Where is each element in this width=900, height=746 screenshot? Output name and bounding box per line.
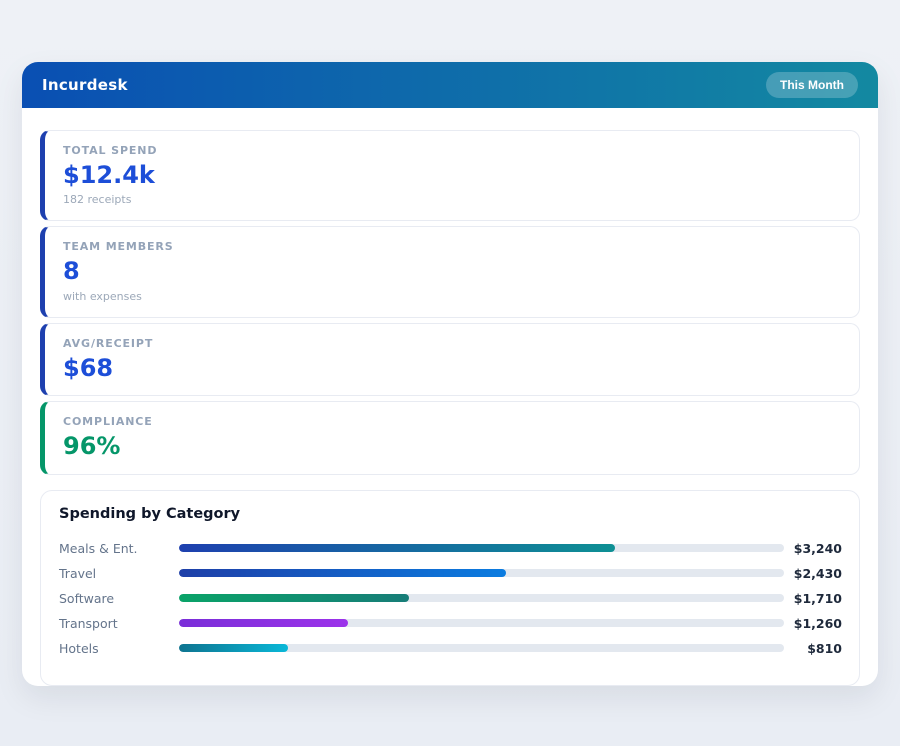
stat-value: 8 <box>63 258 841 284</box>
category-value: $3,240 <box>784 541 842 556</box>
dashboard-panel: Incurdesk This Month TOTAL SPEND $12.4k … <box>22 62 878 686</box>
period-badge[interactable]: This Month <box>766 72 858 98</box>
stat-subtext: 182 receipts <box>63 193 841 206</box>
category-label: Meals & Ent. <box>59 541 179 556</box>
chart-title: Spending by Category <box>59 506 842 522</box>
stat-value: $12.4k <box>63 162 841 188</box>
bar-track <box>179 544 784 552</box>
stat-label: TEAM MEMBERS <box>63 240 841 253</box>
stat-subtext: with expenses <box>63 290 841 303</box>
chart-row-travel: Travel $2,430 <box>59 561 842 586</box>
category-value: $1,260 <box>784 616 842 631</box>
bar-track <box>179 619 784 627</box>
category-label: Hotels <box>59 641 179 656</box>
stat-label: TOTAL SPEND <box>63 144 841 157</box>
spending-by-category-chart: Spending by Category Meals & Ent. $3,240… <box>40 490 860 686</box>
bar-fill-travel <box>179 569 506 577</box>
stat-label: AVG/RECEIPT <box>63 337 841 350</box>
stat-card-team-members: TEAM MEMBERS 8 with expenses <box>40 226 860 317</box>
bar-track <box>179 569 784 577</box>
bar-fill-software <box>179 594 409 602</box>
chart-row-transport: Transport $1,260 <box>59 611 842 636</box>
category-value: $2,430 <box>784 566 842 581</box>
category-value: $1,710 <box>784 591 842 606</box>
chart-row-meals: Meals & Ent. $3,240 <box>59 536 842 561</box>
bar-track <box>179 594 784 602</box>
category-label: Transport <box>59 616 179 631</box>
chart-row-software: Software $1,710 <box>59 586 842 611</box>
bar-fill-hotels <box>179 644 288 652</box>
category-label: Travel <box>59 566 179 581</box>
category-label: Software <box>59 591 179 606</box>
bar-fill-meals <box>179 544 615 552</box>
category-value: $810 <box>784 641 842 656</box>
stat-value: 96% <box>63 433 841 459</box>
chart-row-hotels: Hotels $810 <box>59 636 842 661</box>
stat-card-compliance: COMPLIANCE 96% <box>40 401 860 474</box>
stat-card-total-spend: TOTAL SPEND $12.4k 182 receipts <box>40 130 860 221</box>
bar-track <box>179 644 784 652</box>
app-title: Incurdesk <box>42 76 128 94</box>
stat-value: $68 <box>63 355 841 381</box>
stat-card-avg-receipt: AVG/RECEIPT $68 <box>40 323 860 396</box>
dashboard-content: TOTAL SPEND $12.4k 182 receipts TEAM MEM… <box>22 108 878 686</box>
bar-fill-transport <box>179 619 348 627</box>
stat-label: COMPLIANCE <box>63 415 841 428</box>
app-header: Incurdesk This Month <box>22 62 878 108</box>
